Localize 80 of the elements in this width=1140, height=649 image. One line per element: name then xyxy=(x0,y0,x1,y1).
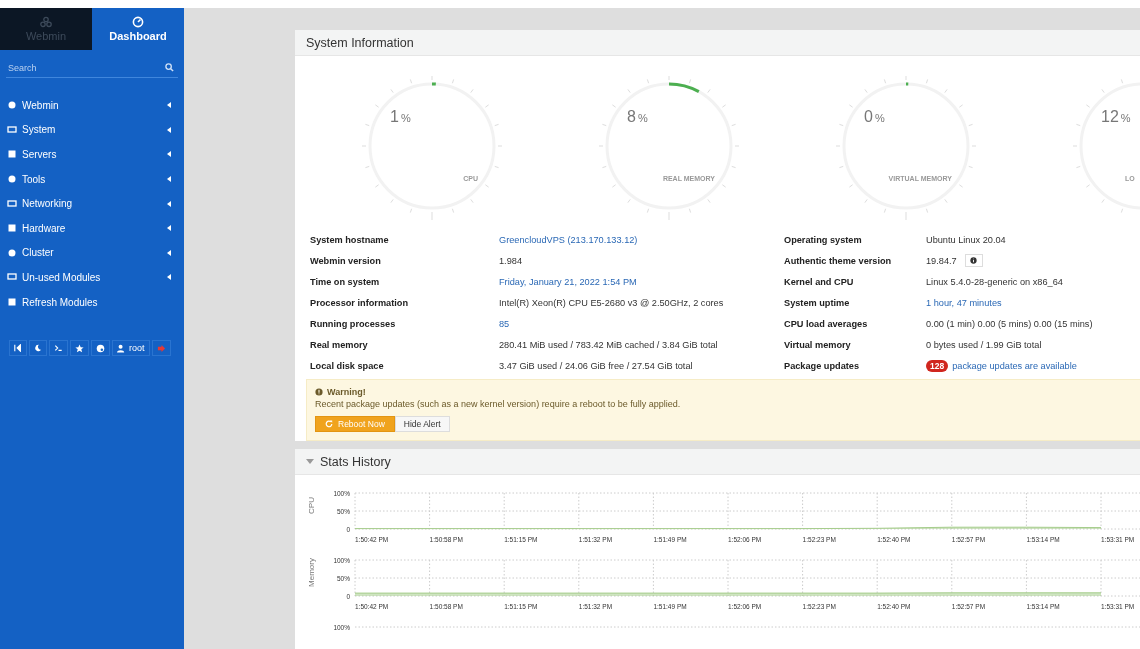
info-label: Virtual memory xyxy=(784,338,852,352)
search-icon xyxy=(165,63,174,72)
series-name: Memory xyxy=(306,557,316,589)
info-value: Linux 5.4.0-28-generic on x86_64 xyxy=(926,276,1063,287)
info-label: Authentic theme version xyxy=(784,254,893,268)
warning-icon xyxy=(315,388,323,396)
refresh-icon xyxy=(325,420,333,428)
hide-alert-button[interactable]: Hide Alert xyxy=(394,416,450,432)
collapse-button[interactable] xyxy=(9,340,27,357)
info-label: CPU load averages xyxy=(784,317,869,331)
collapse-icon xyxy=(14,344,22,353)
info-label: Operating system xyxy=(784,233,863,247)
logout-icon xyxy=(156,343,166,353)
warning-title: Warning! xyxy=(327,387,366,397)
info-value: Intel(R) Xeon(R) CPU E5-2680 v3 @ 2.50GHz, 2 cores xyxy=(499,297,724,308)
info-value: 3.47 GiB used / 24.06 GiB free / 27.54 GiB total xyxy=(499,360,693,371)
info-label: Processor information xyxy=(310,296,410,310)
info-label: Webmin version xyxy=(310,254,382,268)
menu-item[interactable]: Tools xyxy=(0,166,184,192)
night-mode-button[interactable] xyxy=(29,340,47,357)
info-link[interactable]: 85 xyxy=(499,318,510,329)
panel-title: Stats History xyxy=(320,454,391,469)
info-label: System uptime xyxy=(784,296,851,310)
info-value: 0.00 (1 min) 0.00 (5 mins) 0.00 (15 mins) xyxy=(926,318,1093,329)
theme-button[interactable] xyxy=(91,340,110,357)
info-label: Package updates xyxy=(784,359,861,373)
user-button[interactable]: root xyxy=(112,340,150,357)
info-label: System hostname xyxy=(310,233,390,247)
user-icon xyxy=(117,343,126,353)
star-icon xyxy=(75,343,84,353)
gauge-value: 1% xyxy=(390,108,411,126)
info-icon xyxy=(970,257,978,264)
menu-item[interactable]: Cluster xyxy=(0,240,184,266)
info-label: Time on system xyxy=(310,275,381,289)
info-value: 280.41 MiB used / 783.42 MiB cached / 3.84 GiB total xyxy=(499,339,718,350)
info-link[interactable]: package updates are available xyxy=(952,360,1077,371)
panel-title: System Information xyxy=(306,35,414,50)
info-link[interactable]: Friday, January 21, 2022 1:54 PM xyxy=(499,276,637,287)
gauge-value: 12% xyxy=(1101,108,1131,126)
search-field[interactable]: Search xyxy=(6,58,178,78)
menu-icon xyxy=(7,272,17,283)
menu-item[interactable]: Refresh Modules xyxy=(0,289,184,315)
info-label: Running processes xyxy=(310,317,397,331)
cluster-icon xyxy=(40,16,52,28)
gauge-value: 0% xyxy=(864,108,885,126)
menu-item[interactable]: Hardware xyxy=(0,215,184,241)
series-name: CPU xyxy=(306,496,316,516)
info-link[interactable]: 1 hour, 47 minutes xyxy=(926,297,1002,308)
terminal-button[interactable] xyxy=(49,340,68,357)
menu-icon xyxy=(7,223,17,234)
menu-icon xyxy=(7,174,17,185)
info-value: 1.984 xyxy=(499,255,522,266)
menu-item[interactable]: System xyxy=(0,117,184,143)
menu-icon xyxy=(7,149,17,160)
info-value: 19.84.7 xyxy=(926,255,957,266)
info-label: Local disk space xyxy=(310,359,385,373)
dashboard-icon xyxy=(132,16,144,28)
menu-icon xyxy=(7,100,17,111)
menu-item[interactable]: Un-used Modules xyxy=(0,265,184,290)
info-link[interactable]: GreencloudVPS (213.170.133.12) xyxy=(499,234,638,245)
palette-icon xyxy=(96,343,105,353)
menu-icon xyxy=(7,198,17,209)
caret-icon[interactable] xyxy=(306,459,314,464)
info-label: Real memory xyxy=(310,338,369,352)
info-button[interactable] xyxy=(964,254,983,267)
moon-icon xyxy=(34,344,42,353)
menu-icon xyxy=(7,124,17,135)
warning-message: Recent package updates (such as a new kernel version) require a reboot to be fully applied. xyxy=(315,399,682,409)
menu-item[interactable]: Servers xyxy=(0,142,184,167)
favorites-button[interactable] xyxy=(70,340,89,357)
info-value: Ubuntu Linux 20.04 xyxy=(926,234,1006,245)
menu-item[interactable]: Networking xyxy=(0,191,184,216)
count-badge: 128 xyxy=(926,359,949,372)
terminal-icon xyxy=(54,344,63,353)
menu-icon xyxy=(7,247,17,258)
info-value: 0 bytes used / 1.99 GiB total xyxy=(926,339,1042,350)
info-label: Kernel and CPU xyxy=(784,275,855,289)
menu-item[interactable]: Webmin xyxy=(0,93,184,118)
menu-icon xyxy=(7,297,17,308)
gauge-value: 8% xyxy=(627,108,648,126)
